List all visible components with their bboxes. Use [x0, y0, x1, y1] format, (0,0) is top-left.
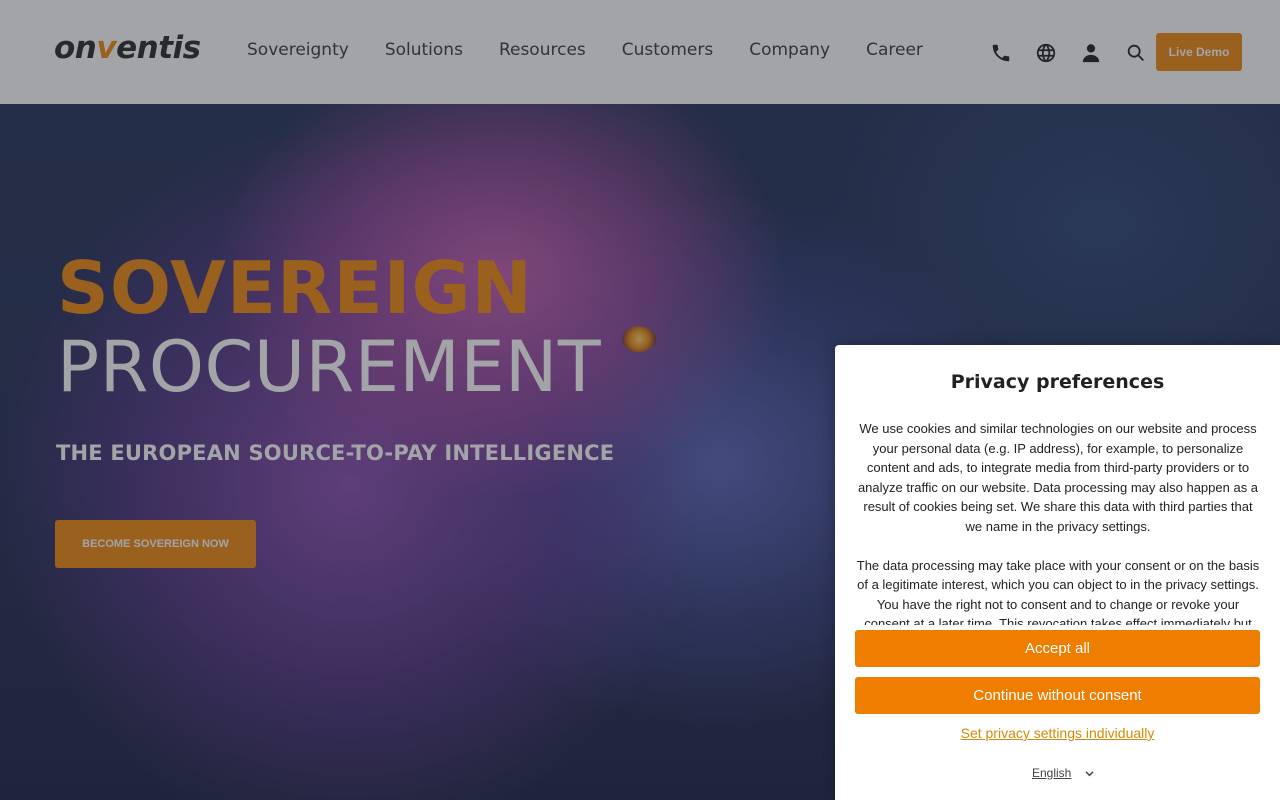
privacy-paragraph-1: We use cookies and similar technologies … [857, 421, 1259, 534]
language-select-value: English [1032, 766, 1072, 780]
privacy-dialog-title: Privacy preferences [950, 371, 1165, 393]
accept-all-button[interactable]: Accept all [855, 630, 1260, 667]
language-select[interactable]: English [1032, 766, 1094, 780]
set-privacy-individually-link[interactable]: Set privacy settings individually [835, 725, 1280, 741]
privacy-paragraph-2: The data processing may take place with … [856, 557, 1260, 626]
privacy-dialog-body[interactable]: We use cookies and similar technologies … [855, 419, 1261, 625]
privacy-dialog: Privacy preferences We use cookies and s… [835, 345, 1280, 800]
continue-without-consent-button[interactable]: Continue without consent [855, 677, 1260, 714]
chevron-down-icon [1085, 770, 1094, 776]
